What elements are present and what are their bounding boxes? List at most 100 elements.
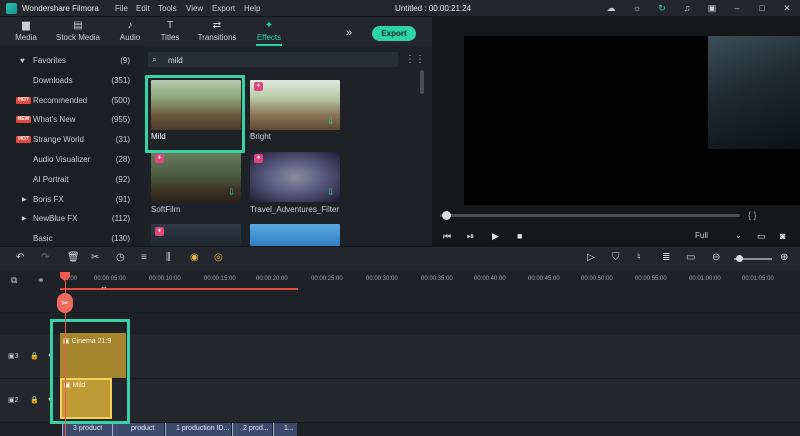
- ruler-label: 00:00:55:00: [635, 276, 667, 282]
- menu-help[interactable]: Help: [244, 4, 260, 13]
- sidebar-item-audio-visualizer[interactable]: Audio Visualizer (28): [0, 151, 140, 169]
- sidebar-item-ai-portrait[interactable]: AI Portrait (92): [0, 171, 140, 189]
- tab-titles[interactable]: T Titles: [154, 17, 186, 46]
- zoom-in-icon[interactable]: ⊕: [780, 252, 788, 263]
- download-icon[interactable]: ⇩: [326, 117, 335, 126]
- download-icon[interactable]: ⇩: [227, 188, 236, 197]
- sidebar-item-newblue-fx[interactable]: ▶ NewBlue FX (112): [0, 210, 140, 228]
- document-title: Untitled : 00:00:21:24: [395, 4, 472, 13]
- track-number-value: 2: [14, 397, 19, 404]
- track-number: ▣3: [8, 353, 19, 360]
- premium-gem-icon: ♦: [155, 154, 164, 163]
- adjust-icon[interactable]: ≡: [141, 252, 147, 263]
- download-icon[interactable]: ⇩: [326, 188, 335, 197]
- premium-gem-icon: ♦: [254, 82, 263, 91]
- search-input[interactable]: [148, 52, 398, 67]
- menu-export[interactable]: Export: [212, 4, 235, 13]
- sidebar-item-count: (500): [111, 96, 130, 105]
- tab-transitions[interactable]: ⇄ Transitions: [194, 17, 240, 46]
- maximize-icon[interactable]: □: [756, 3, 768, 14]
- sidebar-item-downloads[interactable]: Downloads (351): [0, 72, 140, 90]
- sidebar-item-recommended[interactable]: HOT Recommended (500): [0, 92, 140, 110]
- add-track-icon[interactable]: ⧉: [11, 275, 17, 286]
- preview-scrubber[interactable]: [440, 214, 740, 217]
- library-scrollbar[interactable]: [420, 70, 424, 94]
- tab-audio[interactable]: ♪ Audio: [114, 17, 146, 46]
- video-clip[interactable]: 2 prod...: [232, 423, 272, 436]
- clip-label-text: 2 prod...: [243, 425, 269, 432]
- scissors-icon[interactable]: ✂: [57, 293, 73, 313]
- selection-highlight: [50, 319, 130, 424]
- marker-icon[interactable]: ⛉: [612, 252, 620, 263]
- sidebar-item-favorites[interactable]: ♥ Favorites (9): [0, 52, 140, 70]
- lock-icon[interactable]: 🔒: [30, 352, 39, 360]
- tab-media[interactable]: ▆ Media: [8, 17, 44, 46]
- microphone-icon[interactable]: ♮: [637, 252, 641, 263]
- quality-value: Full: [695, 231, 708, 240]
- speed-icon[interactable]: ◷: [116, 252, 125, 263]
- sidebar-item-whats-new[interactable]: NEW What's New (955): [0, 111, 140, 129]
- zoom-out-icon[interactable]: ⊖: [712, 252, 720, 263]
- play-pause-icon[interactable]: ⏯: [467, 231, 474, 242]
- scrubber-handle[interactable]: [442, 211, 451, 220]
- save-icon[interactable]: ▣: [706, 3, 718, 14]
- cut-icon[interactable]: ✂: [91, 252, 99, 263]
- lightbulb-icon[interactable]: ☼: [631, 3, 643, 14]
- transitions-icon: ⇄: [212, 20, 222, 31]
- ruler-label: 00:00:35:00: [421, 276, 453, 282]
- app-name: Wondershare Filmora: [22, 4, 99, 13]
- video-clip[interactable]: 1 production ID...: [165, 423, 231, 436]
- tab-label: Titles: [160, 33, 180, 42]
- video-clip[interactable]: 3 product: [62, 423, 112, 436]
- tab-stock-media[interactable]: ▤ Stock Media: [52, 17, 104, 46]
- menu-edit[interactable]: Edit: [136, 4, 150, 13]
- sidebar-item-strange-world[interactable]: HOT Strange World (31): [0, 131, 140, 149]
- zoom-slider-knob[interactable]: [736, 255, 743, 262]
- effect-thumb-5[interactable]: [151, 224, 241, 246]
- more-tabs-icon[interactable]: »: [346, 27, 352, 39]
- render-icon[interactable]: ▷: [587, 252, 595, 263]
- sidebar-item-label: Audio Visualizer: [33, 155, 91, 164]
- sidebar-item-count: (9): [120, 56, 130, 65]
- prev-frame-icon[interactable]: ⏮: [443, 231, 451, 242]
- menu-file[interactable]: File: [115, 4, 128, 13]
- undo-icon[interactable]: ↶: [16, 252, 24, 263]
- sidebar-item-boris-fx[interactable]: ▶ Boris FX (91): [0, 191, 140, 209]
- tab-label: Media: [15, 33, 37, 42]
- link-icon[interactable]: ⚭: [37, 275, 45, 286]
- grid-view-icon[interactable]: ⋮⋮: [405, 54, 425, 65]
- ruler-label: 00:00:45:00: [528, 276, 560, 282]
- export-button[interactable]: Export: [372, 26, 416, 41]
- delete-icon[interactable]: 🗑: [67, 252, 80, 263]
- quality-select[interactable]: Full ⌄: [695, 231, 743, 243]
- snapshot-icon[interactable]: ◙: [780, 231, 785, 241]
- monitor-icon[interactable]: ▭: [757, 231, 766, 242]
- preview-frame-image: [708, 36, 800, 149]
- clip-label-text: 1 production ID...: [176, 425, 230, 432]
- folder-icon: ▆: [22, 20, 30, 31]
- audio-mix-icon[interactable]: ≣: [662, 252, 670, 263]
- tab-effects[interactable]: ✦ Effects: [250, 17, 288, 46]
- bell-icon[interactable]: ♫: [681, 3, 693, 14]
- clip-label-text: product: [131, 425, 155, 432]
- lock-icon[interactable]: 🔒: [30, 396, 39, 404]
- headset-icon[interactable]: ↻: [656, 3, 668, 14]
- stop-icon[interactable]: ■: [517, 231, 522, 241]
- video-clip[interactable]: 1...: [273, 423, 297, 436]
- motion-icon[interactable]: ◎: [214, 252, 223, 263]
- close-icon[interactable]: ✕: [781, 3, 793, 14]
- menu-tools[interactable]: Tools: [158, 4, 177, 13]
- redo-icon[interactable]: ↷: [41, 252, 49, 263]
- filmora-logo-icon: [6, 3, 17, 14]
- color-icon[interactable]: ◉: [190, 252, 199, 263]
- effect-label: Travel_Adventures_Filter: [250, 205, 340, 214]
- subtitle-icon[interactable]: ▭: [686, 252, 695, 263]
- cloud-icon[interactable]: ☁: [605, 3, 617, 14]
- menu-view[interactable]: View: [186, 4, 203, 13]
- chevron-down-icon: ⌄: [735, 231, 742, 240]
- audio-wave-icon[interactable]: ⫼: [166, 252, 171, 263]
- play-icon[interactable]: ▶: [492, 231, 499, 242]
- video-clip[interactable]: product: [112, 423, 164, 436]
- effect-thumb-6[interactable]: [250, 224, 340, 246]
- minimize-icon[interactable]: –: [731, 3, 743, 14]
